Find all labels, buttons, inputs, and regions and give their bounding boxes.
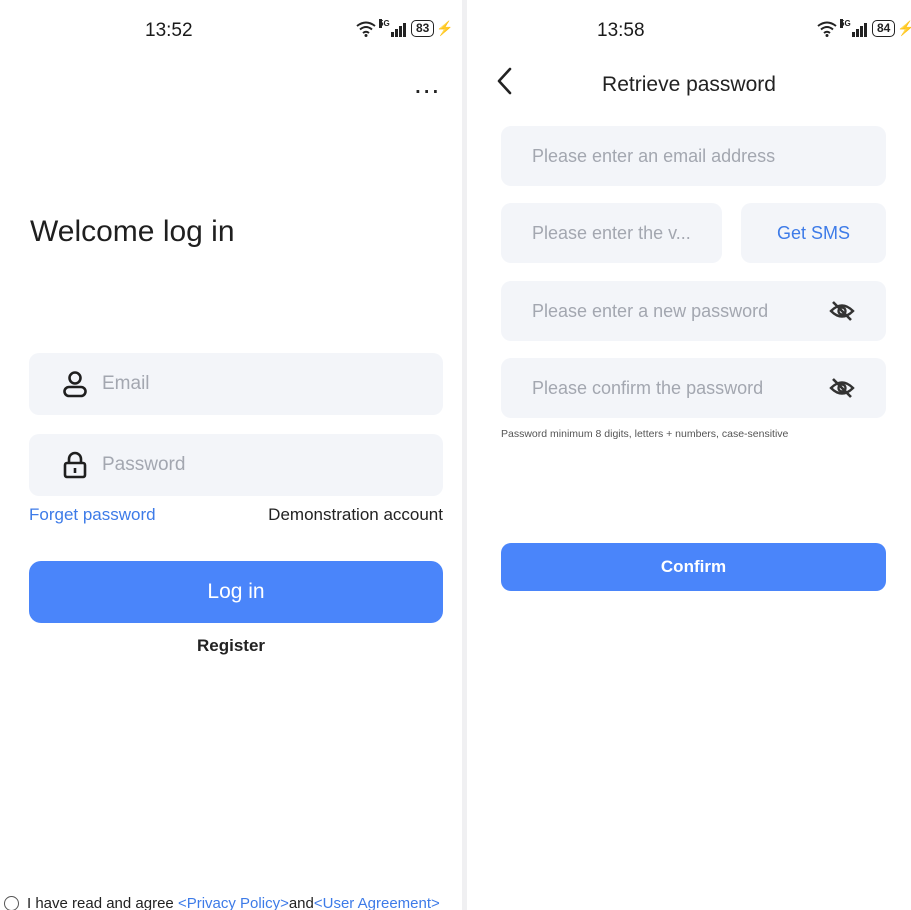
- status-time: 13:52: [145, 20, 193, 41]
- forget-password-link[interactable]: Forget password: [29, 505, 156, 525]
- page-title: Welcome log in: [30, 215, 235, 248]
- status-time: 13:58: [597, 20, 645, 41]
- confirm-button[interactable]: Confirm: [501, 543, 886, 591]
- confirm-password-placeholder: Please confirm the password: [532, 377, 764, 398]
- confirm-password-field[interactable]: Please confirm the password: [501, 358, 886, 418]
- login-button[interactable]: Log in: [29, 561, 443, 623]
- retrieve-password-screen: 13:58 5G 84 ⚡ Retrieve password Please e…: [467, 0, 911, 910]
- charging-icon: ⚡: [897, 20, 911, 36]
- battery-icon: 83: [411, 20, 435, 37]
- more-icon[interactable]: ...: [414, 70, 440, 98]
- new-password-field[interactable]: Please enter a new password: [501, 281, 886, 341]
- password-hint: Password minimum 8 digits, letters + num…: [501, 428, 789, 440]
- status-icons: 5G 83 ⚡: [356, 18, 454, 37]
- status-bar: 13:58 5G 84 ⚡: [467, 0, 911, 62]
- radio-icon[interactable]: [4, 896, 19, 910]
- verification-code-field[interactable]: Please enter the v...: [501, 203, 722, 263]
- wifi-icon: [817, 21, 837, 37]
- password-field[interactable]: Password: [29, 434, 443, 496]
- email-placeholder: Please enter an email address: [532, 145, 776, 166]
- eye-off-icon[interactable]: [828, 299, 856, 323]
- wifi-icon: [356, 21, 376, 37]
- email-field[interactable]: Email: [29, 353, 443, 415]
- page-title: Retrieve password: [602, 73, 776, 96]
- demo-account-link[interactable]: Demonstration account: [268, 505, 443, 525]
- lock-icon: [63, 451, 87, 479]
- get-sms-label: Get SMS: [776, 222, 851, 243]
- battery-icon: 84: [872, 20, 896, 37]
- user-icon: [63, 371, 87, 398]
- status-icons: 5G 84 ⚡: [817, 18, 911, 37]
- get-sms-button[interactable]: Get SMS: [741, 203, 886, 263]
- eye-off-icon[interactable]: [828, 376, 856, 400]
- privacy-policy-link[interactable]: <Privacy Policy>: [178, 895, 289, 910]
- status-bar: 13:52 5G 83 ⚡: [0, 0, 462, 62]
- email-placeholder: Email: [102, 373, 150, 394]
- code-placeholder: Please enter the v...: [532, 222, 691, 243]
- password-placeholder: Password: [102, 454, 186, 475]
- agreement-text: I have read and agree: [27, 895, 178, 910]
- user-agreement-link[interactable]: <User Agreement>: [314, 895, 440, 910]
- new-password-placeholder: Please enter a new password: [532, 300, 769, 321]
- agreement-and: and: [288, 895, 314, 910]
- charging-icon: ⚡: [436, 20, 454, 36]
- agreement-row: I have read and agree <Privacy Policy> a…: [4, 895, 440, 910]
- signal-icon: 5G: [379, 18, 406, 37]
- register-link[interactable]: Register: [0, 636, 462, 656]
- signal-icon: 5G: [840, 18, 867, 37]
- email-field[interactable]: Please enter an email address: [501, 126, 886, 186]
- login-screen: 13:52 5G 83 ⚡ ... Welcome log in Email P…: [0, 0, 462, 910]
